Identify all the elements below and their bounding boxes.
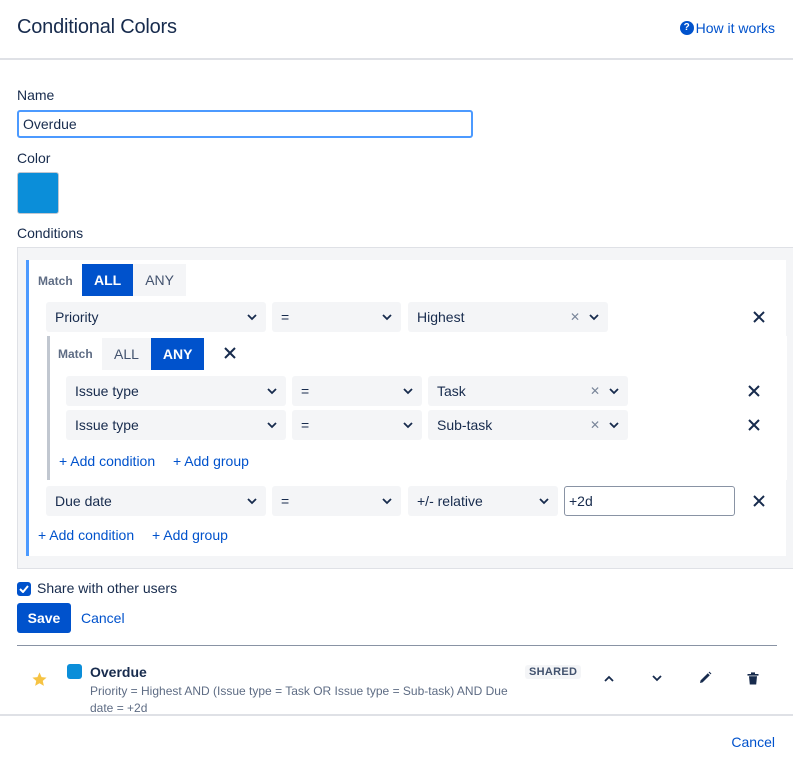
close-icon bbox=[753, 495, 765, 507]
rule-color-swatch bbox=[67, 664, 82, 679]
operator-select[interactable]: = bbox=[292, 410, 422, 440]
match-label: Match bbox=[38, 274, 73, 288]
remove-condition-button[interactable] bbox=[745, 382, 763, 400]
match-all-button[interactable]: ALL bbox=[82, 264, 134, 296]
match-any-button[interactable]: ANY bbox=[150, 338, 205, 370]
add-group-link[interactable]: + Add group bbox=[152, 527, 228, 543]
field-select-value: Issue type bbox=[75, 383, 139, 399]
value-select-task[interactable]: Task ✕ bbox=[428, 376, 628, 406]
chevron-down-icon bbox=[246, 311, 258, 323]
color-swatch[interactable] bbox=[17, 172, 59, 214]
clear-icon[interactable]: ✕ bbox=[590, 418, 600, 432]
chevron-down-icon bbox=[588, 311, 600, 323]
operator-select[interactable]: = bbox=[272, 302, 401, 332]
chevron-down-icon bbox=[402, 385, 414, 397]
field-select-value: Issue type bbox=[75, 417, 139, 433]
chevron-down-icon bbox=[246, 495, 258, 507]
field-select-value: Priority bbox=[55, 309, 99, 325]
star-icon[interactable] bbox=[31, 671, 48, 688]
value-select-value: +/- relative bbox=[417, 493, 483, 509]
clear-icon[interactable]: ✕ bbox=[570, 310, 580, 324]
operator-select-value: = bbox=[301, 383, 310, 399]
dialog-header: Conditional Colors ? How it works bbox=[0, 0, 793, 60]
match-toggle-outer: ALL ANY bbox=[82, 264, 187, 296]
cancel-link[interactable]: Cancel bbox=[81, 610, 125, 626]
condition-group-outer: Match ALL ANY Priority = Highest ✕ Match… bbox=[26, 260, 787, 556]
dialog-title: Conditional Colors bbox=[17, 16, 177, 38]
rule-description: Priority = Highest AND (Issue type = Tas… bbox=[90, 684, 508, 715]
field-select-issue-type[interactable]: Issue type bbox=[66, 376, 286, 406]
chevron-down-icon bbox=[608, 419, 620, 431]
close-icon bbox=[748, 419, 760, 431]
remove-condition-button[interactable] bbox=[750, 492, 768, 510]
share-label: Share with other users bbox=[37, 580, 178, 596]
value-select-value: Task bbox=[437, 383, 466, 399]
operator-select-value: = bbox=[301, 417, 310, 433]
add-group-link[interactable]: + Add group bbox=[173, 453, 249, 469]
value-select-relative[interactable]: +/- relative bbox=[408, 486, 558, 516]
field-select-due-date[interactable]: Due date bbox=[46, 486, 266, 516]
dialog-footer: Cancel bbox=[0, 714, 793, 766]
check-icon bbox=[19, 585, 29, 593]
chevron-down-icon bbox=[266, 419, 278, 431]
match-all-button[interactable]: ALL bbox=[102, 338, 151, 370]
value-select-highest[interactable]: Highest ✕ bbox=[408, 302, 608, 332]
move-up-button[interactable] bbox=[601, 670, 617, 686]
shared-badge: SHARED bbox=[525, 665, 582, 679]
value-select-value: Sub-task bbox=[437, 417, 493, 433]
name-input[interactable] bbox=[17, 110, 473, 138]
remove-condition-button[interactable] bbox=[745, 416, 763, 434]
operator-select[interactable]: = bbox=[292, 376, 422, 406]
pencil-icon bbox=[700, 671, 712, 683]
trash-icon bbox=[747, 671, 759, 684]
operator-select[interactable]: = bbox=[272, 486, 401, 516]
match-toggle-inner: ALL ANY bbox=[102, 338, 205, 370]
remove-condition-button[interactable] bbox=[750, 308, 768, 326]
chevron-down-icon bbox=[402, 419, 414, 431]
condition-group-inner: Match ALL ANY Issue type = Task ✕ Issue … bbox=[47, 336, 787, 480]
list-item: Overdue Priority = Highest AND (Issue ty… bbox=[0, 646, 793, 715]
field-select-issue-type[interactable]: Issue type bbox=[66, 410, 286, 440]
footer-cancel-link[interactable]: Cancel bbox=[731, 734, 775, 750]
color-label: Color bbox=[17, 150, 51, 166]
conditions-panel: Match ALL ANY Priority = Highest ✕ Match… bbox=[17, 247, 793, 569]
chevron-down-icon bbox=[538, 495, 550, 507]
chevron-down-icon bbox=[608, 385, 620, 397]
edit-button[interactable] bbox=[697, 670, 713, 686]
operator-select-value: = bbox=[281, 493, 290, 509]
relative-date-input[interactable] bbox=[564, 486, 735, 516]
close-icon bbox=[748, 385, 760, 397]
chevron-down-icon bbox=[381, 495, 393, 507]
delete-button[interactable] bbox=[745, 670, 761, 686]
save-button[interactable]: Save bbox=[17, 603, 71, 633]
add-condition-link[interactable]: + Add condition bbox=[59, 453, 155, 469]
match-label: Match bbox=[58, 347, 93, 361]
rule-name: Overdue bbox=[90, 664, 147, 680]
field-select-value: Due date bbox=[55, 493, 112, 509]
how-it-works-label: How it works bbox=[695, 20, 775, 36]
clear-icon[interactable]: ✕ bbox=[590, 384, 600, 398]
close-icon bbox=[224, 347, 236, 359]
chevron-down-icon bbox=[652, 674, 662, 681]
chevron-down-icon bbox=[381, 311, 393, 323]
name-label: Name bbox=[17, 87, 55, 103]
value-select-sub-task[interactable]: Sub-task ✕ bbox=[428, 410, 628, 440]
how-it-works-link[interactable]: ? How it works bbox=[679, 20, 775, 36]
question-circle-icon: ? bbox=[679, 21, 694, 35]
add-condition-link[interactable]: + Add condition bbox=[38, 527, 134, 543]
match-any-button[interactable]: ANY bbox=[133, 264, 187, 296]
close-icon bbox=[753, 311, 765, 323]
conditions-label: Conditions bbox=[17, 225, 84, 241]
move-down-button[interactable] bbox=[649, 670, 665, 686]
share-checkbox[interactable] bbox=[17, 582, 31, 596]
operator-select-value: = bbox=[281, 309, 290, 325]
remove-group-button[interactable] bbox=[221, 344, 239, 362]
field-select-priority[interactable]: Priority bbox=[46, 302, 266, 332]
chevron-up-icon bbox=[604, 675, 614, 682]
chevron-down-icon bbox=[266, 385, 278, 397]
value-select-value: Highest bbox=[417, 309, 465, 325]
